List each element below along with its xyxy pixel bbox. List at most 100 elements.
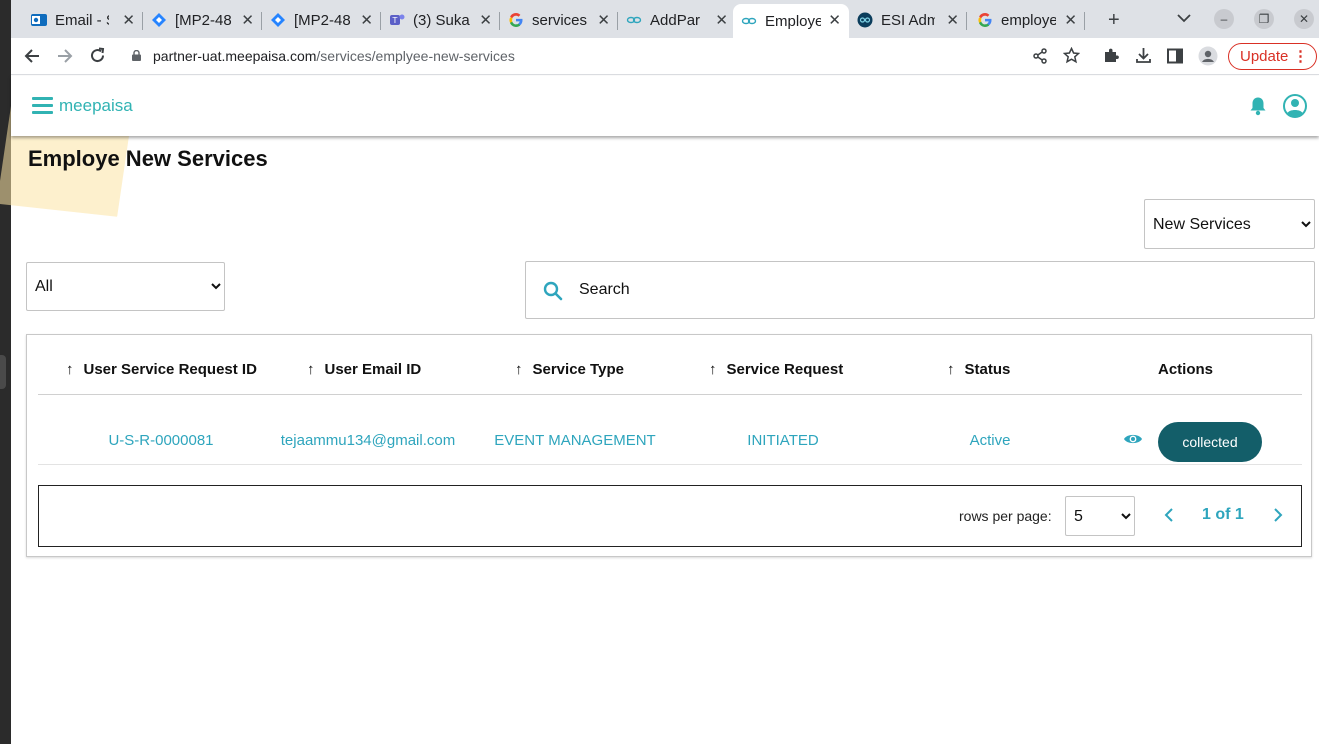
download-icon[interactable] (1135, 47, 1152, 64)
tab-title: Email - S (55, 11, 109, 29)
tab-jira-2[interactable]: [MP2-48 ✕ (262, 6, 381, 34)
close-icon[interactable]: ✕ (597, 11, 610, 29)
page-info: 1 of 1 (1202, 506, 1244, 523)
tab-separator (966, 12, 967, 30)
minimize-icon[interactable]: – (1214, 9, 1234, 29)
column-header-email[interactable]: ↑ User Email ID (307, 361, 421, 378)
chevron-right-icon[interactable] (1272, 503, 1284, 527)
close-icon[interactable]: ✕ (241, 11, 254, 29)
close-icon[interactable]: ✕ (715, 11, 728, 29)
column-label: User Service Request ID (83, 361, 257, 378)
column-label: Status (964, 361, 1011, 378)
cell-status[interactable]: Active (970, 432, 1011, 449)
column-header-request-id[interactable]: ↑ User Service Request ID (66, 361, 257, 378)
share-icon[interactable] (1032, 48, 1048, 64)
tab-addpartner[interactable]: AddPar ✕ (618, 6, 736, 34)
close-icon[interactable]: ✕ (828, 11, 841, 29)
services-table: ↑ User Service Request ID ↑ User Email ID … (26, 334, 1312, 557)
sort-arrow-icon[interactable]: ↑ (307, 361, 315, 378)
address-bar[interactable]: partner-uat.meepaisa.com/services/emplye… (153, 48, 515, 64)
os-panel-handle[interactable] (0, 355, 6, 389)
side-panel-icon[interactable] (1167, 48, 1183, 64)
view-eye-icon[interactable] (1123, 432, 1143, 446)
column-header-actions: Actions (1158, 361, 1213, 378)
column-label: Service Request (726, 361, 844, 378)
table-row: U-S-R-0000081 tejaammu134@gmail.com EVEN… (38, 395, 1302, 465)
tab-google-services[interactable]: services ✕ (500, 6, 618, 34)
star-icon[interactable] (1063, 47, 1080, 64)
page-title: Employe New Services (28, 146, 268, 171)
column-header-status[interactable]: ↑ Status (947, 361, 1010, 378)
tab-title: [MP2-48 (294, 11, 351, 29)
tab-google-employe[interactable]: employe ✕ (969, 6, 1085, 34)
tab-title: Employe (765, 12, 821, 30)
table-header: ↑ User Service Request ID ↑ User Email ID … (38, 335, 1302, 395)
column-header-service-request[interactable]: ↑ Service Request (709, 361, 843, 378)
os-side-panel (0, 0, 11, 744)
tab-title: (3) Suka (413, 11, 470, 29)
reload-icon[interactable] (89, 47, 106, 64)
meepaisa-icon (741, 17, 757, 25)
google-icon (978, 13, 992, 27)
jira-icon (152, 13, 166, 27)
sort-arrow-icon[interactable]: ↑ (515, 361, 523, 378)
tab-separator (1084, 12, 1085, 30)
notification-bell-icon[interactable] (1249, 96, 1267, 116)
new-tab-icon[interactable]: + (1108, 9, 1120, 32)
browser-toolbar: partner-uat.meepaisa.com/services/emplye… (11, 38, 1319, 75)
window-close-icon[interactable]: ✕ (1294, 9, 1314, 29)
tab-title: services (532, 11, 588, 29)
menu-icon[interactable] (32, 97, 53, 115)
collected-button[interactable]: collected (1158, 422, 1262, 462)
forward-icon[interactable] (57, 48, 73, 64)
tab-title: AddPar (650, 11, 701, 29)
close-icon[interactable]: ✕ (122, 11, 135, 29)
profile-icon[interactable] (1198, 46, 1218, 66)
extensions-icon[interactable] (1103, 47, 1120, 64)
sort-arrow-icon[interactable]: ↑ (709, 361, 717, 378)
sort-arrow-icon[interactable]: ↑ (947, 361, 955, 378)
account-icon[interactable] (1283, 94, 1307, 118)
close-icon[interactable]: ✕ (1064, 11, 1077, 29)
search-icon (543, 281, 563, 301)
outlook-icon (31, 14, 47, 26)
brand-logo: meepaisa (59, 96, 133, 115)
column-label: Actions (1158, 361, 1214, 378)
search-input[interactable] (579, 278, 1279, 302)
search-box[interactable] (525, 261, 1315, 319)
jira-icon (271, 13, 285, 27)
pagination: rows per page: 5 1 of 1 (38, 485, 1302, 547)
close-icon[interactable]: ✕ (360, 11, 373, 29)
restore-icon[interactable]: ❐ (1254, 9, 1274, 29)
back-icon[interactable] (24, 48, 40, 64)
close-icon[interactable]: ✕ (479, 11, 492, 29)
cell-request-id[interactable]: U-S-R-0000081 (108, 432, 213, 449)
cell-email[interactable]: tejaammu134@gmail.com (281, 432, 455, 449)
url-path: /services/emplyee-new-services (316, 48, 515, 64)
tab-search-chevron-icon[interactable] (1177, 13, 1191, 23)
column-header-service-type[interactable]: ↑ Service Type (515, 361, 624, 378)
update-label: Update (1240, 48, 1289, 65)
rows-per-page-label: rows per page: (959, 508, 1052, 524)
tab-teams[interactable]: T (3) Suka ✕ (381, 6, 500, 34)
svg-text:T: T (392, 16, 398, 25)
services-type-select[interactable]: New Services (1144, 199, 1315, 249)
tab-title: employe (1001, 11, 1056, 29)
app-header: meepaisa (11, 76, 1319, 136)
sort-arrow-icon[interactable]: ↑ (66, 361, 74, 378)
lock-icon[interactable] (132, 50, 141, 61)
tab-title: [MP2-48 (175, 11, 232, 29)
tab-esi-admin[interactable]: ESI Adm ✕ (849, 6, 967, 34)
cell-service-type[interactable]: EVENT MANAGEMENT (494, 432, 655, 449)
tab-jira-1[interactable]: [MP2-48 ✕ (143, 6, 262, 34)
chevron-left-icon[interactable] (1163, 503, 1175, 527)
close-icon[interactable]: ✕ (946, 11, 959, 29)
tab-email[interactable]: Email - S ✕ (23, 6, 143, 34)
status-filter-select[interactable]: All (26, 262, 225, 311)
rows-per-page-select[interactable]: 5 (1065, 496, 1135, 536)
cell-service-request[interactable]: INITIATED (747, 432, 818, 449)
browser-tab-bar: Email - S ✕ [MP2-48 ✕ [MP2-48 ✕ T (3) Su… (11, 0, 1319, 38)
update-button[interactable]: Update ⋮ (1228, 43, 1317, 70)
tab-employe-active[interactable]: Employe ✕ (733, 4, 849, 38)
url-host: partner-uat.meepaisa.com (153, 48, 317, 64)
